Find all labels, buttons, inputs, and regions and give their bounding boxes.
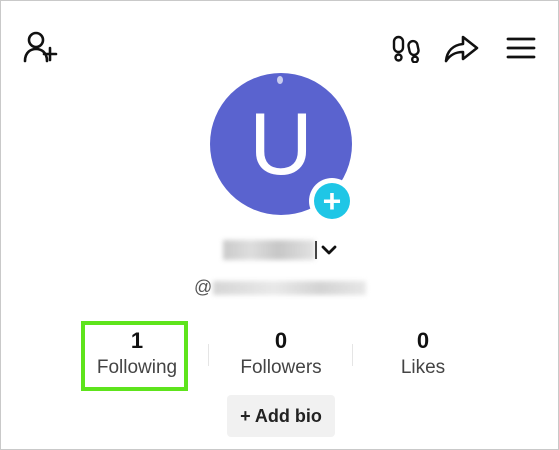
profile-screen: U + @ 1 Following 0 Followers 0 Likes + … (0, 0, 559, 450)
followers-count[interactable]: 0 (221, 328, 341, 354)
handle-redacted (213, 281, 366, 295)
text-cursor (315, 241, 317, 259)
add-bio-button[interactable]: + Add bio (227, 395, 335, 437)
add-friend-icon[interactable] (23, 30, 59, 64)
username-redacted (223, 240, 315, 260)
following-highlight-box (81, 321, 188, 391)
likes-count[interactable]: 0 (363, 328, 483, 354)
stat-divider (208, 344, 209, 366)
likes-label[interactable]: Likes (353, 357, 493, 379)
chevron-down-icon[interactable] (320, 243, 338, 257)
handle-prefix: @ (194, 277, 213, 297)
footprints-icon[interactable] (391, 35, 423, 63)
share-icon[interactable] (444, 34, 480, 64)
plus-icon[interactable]: + (314, 183, 350, 219)
menu-icon[interactable] (506, 37, 536, 59)
followers-label[interactable]: Followers (211, 357, 351, 379)
